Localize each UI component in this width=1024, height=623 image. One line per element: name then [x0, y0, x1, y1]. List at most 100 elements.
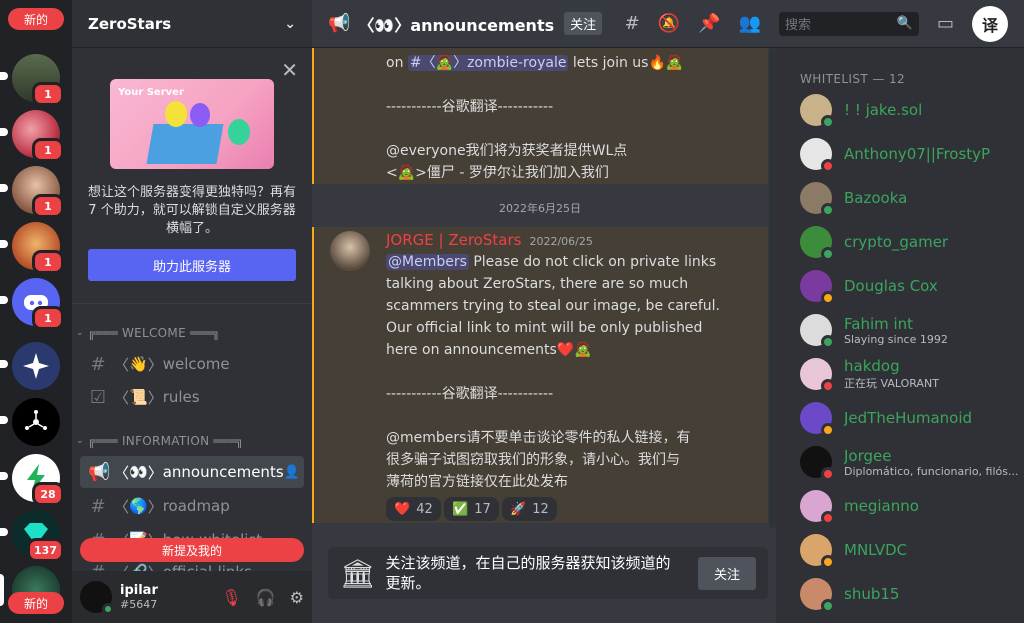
role-header: WHITELIST — 12: [800, 72, 906, 86]
member-item[interactable]: megianno: [800, 486, 1020, 526]
server-icon-7[interactable]: [0, 398, 60, 446]
notification-bell-muted-icon[interactable]: 🔕: [658, 13, 680, 34]
network-icon: [12, 398, 60, 446]
server-icon-5[interactable]: 1: [0, 278, 64, 330]
new-unreads-pill[interactable]: 新的: [8, 8, 64, 30]
online-status-icon: [821, 115, 835, 129]
server-icon-9[interactable]: 137: [0, 510, 64, 562]
role-mention[interactable]: @Members: [386, 254, 469, 270]
channel-emoji: 👀: [129, 463, 148, 481]
member-item[interactable]: Bazooka: [800, 178, 1020, 218]
highlighted-message: JORGE | ZeroStars 2022/06/25 @Members Pl…: [312, 227, 768, 523]
inbox-icon[interactable]: ▭: [937, 13, 954, 34]
mention-badge: 1: [32, 194, 64, 218]
category-information[interactable]: ⌄ ╔═══ INFORMATION ═══╗: [76, 434, 244, 448]
message-line: Our official link to mint will be only p…: [386, 320, 703, 336]
reaction-check[interactable]: ✅ 17: [444, 497, 499, 521]
follow-button[interactable]: 关注: [564, 12, 603, 35]
character-shape: [165, 101, 187, 127]
channel-welcome[interactable]: # 〈 👋 〉 welcome: [80, 348, 304, 380]
avatar: [800, 490, 835, 525]
channel-mention[interactable]: #〈🧟〉zombie-royale: [407, 55, 569, 71]
search-input[interactable]: 搜索 🔍: [778, 11, 919, 36]
channel-title: 〈👀〉announcements: [358, 15, 555, 35]
reaction-heart[interactable]: ❤️ 42: [386, 497, 441, 521]
headphones-icon[interactable]: 🎧: [256, 588, 276, 607]
member-activity: Slaying since 1992: [844, 332, 948, 346]
channel-sidebar: ZeroStars ⌄ ✕ Your Server 想让这个服务器变得更独特吗？…: [72, 0, 312, 623]
member-item[interactable]: Jorgee Diplomático, funcionario, filós...: [800, 442, 1020, 482]
channel-announcements[interactable]: 📢 〈 👀 〉 announcements 👤: [80, 456, 304, 488]
gear-icon[interactable]: ⚙: [290, 588, 304, 607]
user-tag: #5647: [120, 598, 158, 611]
close-icon[interactable]: ✕: [281, 58, 298, 82]
mention-badge: 1: [32, 138, 64, 162]
mention-badge: 137: [27, 538, 64, 562]
member-item[interactable]: ! ! jake.sol: [800, 90, 1020, 130]
translate-label: 译: [981, 15, 998, 35]
member-name: hakdog: [844, 357, 900, 375]
boost-description: 想让这个服务器变得更独特吗？再有 7 个助力，就可以解锁自定义服务器横幅了。: [88, 185, 297, 236]
avatar: [800, 138, 835, 173]
member-text: crypto_gamer: [844, 233, 948, 251]
member-item[interactable]: shub15: [800, 574, 1020, 614]
member-item[interactable]: Anthony07||FrostyP: [800, 134, 1020, 174]
new-unreads-pill-bottom[interactable]: 新的: [8, 592, 64, 614]
member-list: WHITELIST — 12 ! ! jake.sol Anthony07||Fr…: [776, 48, 1024, 623]
server-icon-2[interactable]: 1: [0, 110, 64, 162]
member-item[interactable]: JedTheHumanoid: [800, 398, 1020, 438]
avatar: [800, 226, 835, 261]
heart-icon: ❤️: [394, 501, 411, 517]
dnd-status-icon: [821, 159, 835, 173]
message-line: on #〈🧟〉zombie-royale lets join us🔥🧟: [386, 55, 684, 71]
boost-card: ✕ Your Server 想让这个服务器变得更独特吗？再有 7 个助力，就可以…: [72, 48, 312, 304]
avatar[interactable]: [330, 231, 370, 271]
avatar: [800, 578, 835, 613]
reaction-rocket[interactable]: 🚀 12: [502, 497, 557, 521]
member-text: hakdog 正在玩 VALORANT: [844, 357, 1020, 391]
member-name: ! ! jake.sol: [844, 101, 923, 119]
server-icon-3[interactable]: 1: [0, 166, 64, 218]
category-welcome[interactable]: ⌄ ╔═══ WELCOME ═══╗: [76, 326, 220, 340]
member-name: crypto_gamer: [844, 233, 949, 251]
member-text: Douglas Cox: [844, 277, 938, 295]
message-header: JORGE | ZeroStars 2022/06/25: [386, 231, 593, 249]
mute-microphone-icon[interactable]: 🎙: [221, 588, 241, 607]
member-name: shub15: [844, 585, 900, 603]
add-member-icon[interactable]: 👤: [284, 465, 300, 480]
boost-server-button[interactable]: 助力此服务器: [88, 249, 296, 281]
message-line: @Members Please do not click on private …: [386, 254, 717, 270]
message-line: -----------谷歌翻译-----------: [386, 99, 554, 115]
author-name[interactable]: JORGE | ZeroStars: [386, 231, 521, 249]
avatar[interactable]: [80, 581, 114, 615]
threads-icon[interactable]: #: [625, 13, 640, 34]
gift-box-shape: [146, 124, 224, 164]
server-rail: 新的 1 1 1 1 1 28 137 新的: [0, 0, 72, 623]
follow-channel-notice: 🏛 关注该频道，在自己的服务器获知该频道的更新。 关注: [328, 547, 768, 599]
channel-rules[interactable]: ☑ 〈 📜 〉 rules: [80, 381, 304, 413]
server-icon-8[interactable]: 28: [0, 454, 64, 506]
server-icon-6[interactable]: [0, 342, 60, 390]
pin-icon[interactable]: 📌: [698, 13, 720, 34]
server-icon-4[interactable]: 1: [0, 222, 64, 274]
avatar: [800, 402, 835, 437]
message-line: <🧟>僵尸 - 罗伊尔让我们加入我们: [386, 165, 609, 181]
server-header[interactable]: ZeroStars ⌄: [72, 0, 312, 48]
server-icon-1[interactable]: 1: [0, 54, 64, 106]
member-list-icon[interactable]: 👥: [739, 13, 761, 34]
timestamp: 2022/06/25: [529, 235, 593, 248]
new-mentions-pill[interactable]: 新提及我的: [80, 538, 304, 562]
follow-channel-button[interactable]: 关注: [697, 556, 756, 590]
channel-roadmap[interactable]: # 〈 🌎 〉 roadmap: [80, 490, 304, 522]
channel-name: welcome: [162, 355, 230, 373]
member-item[interactable]: Fahim int Slaying since 1992: [800, 310, 1020, 350]
member-item[interactable]: MNLVDC: [800, 530, 1020, 570]
member-item[interactable]: Douglas Cox: [800, 266, 1020, 306]
scrollbar[interactable]: [769, 48, 776, 528]
member-text: Jorgee Diplomático, funcionario, filós...: [844, 447, 1020, 478]
star-icon: [12, 342, 60, 390]
translate-button[interactable]: 译: [972, 5, 1008, 42]
reaction-count: 12: [532, 501, 549, 517]
member-item[interactable]: hakdog 正在玩 VALORANT: [800, 354, 1020, 394]
member-item[interactable]: crypto_gamer: [800, 222, 1020, 262]
